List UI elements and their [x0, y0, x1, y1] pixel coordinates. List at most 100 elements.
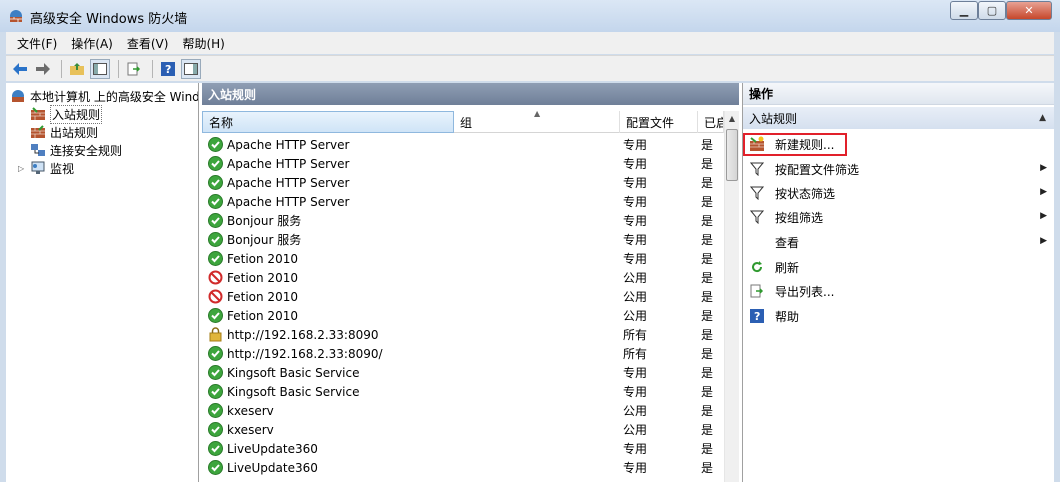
rule-enabled: 是	[701, 309, 714, 323]
rule-row[interactable]: Kingsoft Basic Service 专用 是	[202, 363, 724, 382]
export-icon	[750, 284, 764, 298]
action-refresh[interactable]: 刷新	[743, 256, 1055, 278]
rule-name-cell: Fetion 2010	[202, 270, 623, 285]
menu-help[interactable]: 帮助(H)	[175, 35, 231, 52]
menu-action[interactable]: 操作(A)	[64, 35, 120, 52]
rule-row[interactable]: Kingsoft Basic Service 专用 是	[202, 382, 724, 401]
rule-profile: 公用	[623, 309, 648, 323]
forward-arrow-icon	[36, 62, 50, 75]
rule-profile: 专用	[623, 195, 648, 209]
rule-name-cell: Apache HTTP Server	[202, 156, 623, 171]
menu-view[interactable]: 查看(V)	[120, 35, 176, 52]
rule-name: Fetion 2010	[227, 289, 298, 304]
scrollbar-thumb[interactable]	[726, 129, 738, 181]
scroll-up-icon[interactable]: ▲	[725, 111, 739, 127]
allow-icon	[208, 213, 223, 228]
tree-item-outbound-rules[interactable]: 出站规则	[30, 123, 98, 141]
rule-profile: 专用	[623, 442, 648, 456]
show-action-pane-button[interactable]	[181, 58, 201, 79]
rule-name-cell: Apache HTTP Server	[202, 194, 623, 209]
action-filter-by-group[interactable]: 按组筛选 ▶	[743, 206, 1055, 228]
collapse-up-icon[interactable]: ▲	[1039, 113, 1046, 123]
column-group[interactable]: 组 ▲	[454, 109, 620, 133]
forward-button[interactable]	[33, 59, 53, 79]
allow-icon	[208, 422, 223, 437]
main-area: 本地计算机 上的高级安全 Windows 防火墙 入站规则 出站规则 连接安全规…	[6, 83, 1054, 482]
sort-ascending-icon: ▲	[534, 109, 541, 118]
rule-profile: 专用	[623, 157, 648, 171]
rule-row[interactable]: Fetion 2010 专用 是	[202, 249, 724, 268]
rule-row[interactable]: kxeserv 公用 是	[202, 401, 724, 420]
rule-name-cell: kxeserv	[202, 422, 623, 437]
action-filter-by-profile[interactable]: 按配置文件筛选 ▶	[743, 158, 1055, 180]
rule-enabled: 是	[701, 385, 714, 399]
submenu-arrow-icon: ▶	[1040, 236, 1047, 246]
rule-row[interactable]: Apache HTTP Server 专用 是	[202, 192, 724, 211]
refresh-icon	[752, 261, 763, 273]
rule-row[interactable]: LiveUpdate360 专用 是	[202, 458, 724, 477]
tree-item-connection-security[interactable]: 连接安全规则	[30, 141, 122, 159]
rule-row[interactable]: Apache HTTP Server 专用 是	[202, 135, 724, 154]
rule-name: Fetion 2010	[227, 270, 298, 285]
maximize-button[interactable]: ▢	[978, 1, 1006, 20]
show-hide-tree-button[interactable]	[90, 58, 110, 79]
allow-icon	[208, 460, 223, 475]
back-button[interactable]	[10, 59, 30, 79]
column-name[interactable]: 名称	[202, 111, 454, 133]
submenu-arrow-icon: ▶	[1040, 211, 1047, 221]
column-profile[interactable]: 配置文件	[620, 111, 698, 133]
help-button[interactable]: ?	[158, 59, 178, 79]
actions-section-inbound-rules[interactable]: 入站规则 ▲	[743, 107, 1054, 129]
rule-profile: 专用	[623, 138, 648, 152]
action-filter-by-state[interactable]: 按状态筛选 ▶	[743, 182, 1055, 204]
rule-profile: 专用	[623, 176, 648, 190]
tree-root[interactable]: 本地计算机 上的高级安全 Windows 防火墙	[10, 87, 198, 105]
tree-item-monitor[interactable]: 监视	[30, 159, 74, 177]
rule-name: Kingsoft Basic Service	[227, 384, 360, 399]
column-header-row: 名称 组▲ 配置文件 已启用	[202, 109, 724, 133]
rules-list: Apache HTTP Server 专用是 Apache HTTP Server 专…	[202, 135, 724, 477]
allow-icon	[208, 175, 223, 190]
filter-icon	[750, 210, 764, 224]
tree-item-label: 监视	[50, 161, 75, 176]
tree-item-inbound-rules[interactable]: 入站规则	[30, 104, 103, 124]
rule-profile: 专用	[623, 385, 648, 399]
rule-name-cell: LiveUpdate360	[202, 441, 623, 456]
rule-row[interactable]: kxeserv 公用 是	[202, 420, 724, 439]
minimize-button[interactable]: ▁	[950, 1, 978, 20]
rule-row[interactable]: Fetion 2010 公用 是	[202, 268, 724, 287]
rule-row[interactable]: Bonjour 服务 专用 是	[202, 211, 724, 230]
rule-name-cell: http://192.168.2.33:8090/	[202, 346, 623, 361]
rule-row[interactable]: http://192.168.2.33:8090/所有 是	[202, 344, 724, 363]
column-enabled[interactable]: 已启用	[698, 111, 724, 133]
rule-row[interactable]: Bonjour 服务 专用 是	[202, 230, 724, 249]
action-help[interactable]: ? 帮助	[743, 305, 1055, 327]
rule-row[interactable]: http://192.168.2.33:8090 所有 是	[202, 325, 724, 344]
vertical-scrollbar[interactable]: ▲	[724, 111, 739, 482]
tree-item-label: 连接安全规则	[50, 143, 123, 158]
close-button[interactable]: ✕	[1006, 1, 1052, 20]
rule-row[interactable]: Fetion 2010 公用 是	[202, 306, 724, 325]
svg-text:?: ?	[754, 310, 760, 323]
expand-monitor-icon[interactable]: ▷	[18, 164, 24, 173]
rule-name-cell: Kingsoft Basic Service	[202, 365, 623, 380]
allow-icon	[208, 194, 223, 209]
rule-row[interactable]: Apache HTTP Server 专用 是	[202, 154, 724, 173]
rule-name-cell: Fetion 2010	[202, 251, 623, 266]
up-folder-button[interactable]	[67, 59, 87, 79]
menu-bar: 文件(F) 操作(A) 查看(V) 帮助(H)	[6, 32, 1054, 54]
rule-enabled: 是	[701, 214, 714, 228]
menu-file[interactable]: 文件(F)	[10, 35, 64, 52]
action-export-list[interactable]: 导出列表...	[743, 280, 1055, 302]
action-view[interactable]: 查看 ▶	[743, 231, 1055, 253]
rule-enabled: 是	[701, 271, 714, 285]
rule-row[interactable]: LiveUpdate360 专用 是	[202, 439, 724, 458]
rule-name: Bonjour 服务	[227, 233, 302, 247]
rule-row[interactable]: Fetion 2010 公用 是	[202, 287, 724, 306]
action-label: 帮助	[775, 309, 800, 324]
rule-row[interactable]: Apache HTTP Server 专用 是	[202, 173, 724, 192]
rule-profile: 专用	[623, 461, 648, 475]
rule-name-cell: Bonjour 服务	[202, 212, 623, 229]
rule-name-cell: Fetion 2010	[202, 289, 623, 304]
export-list-button[interactable]	[124, 59, 144, 79]
